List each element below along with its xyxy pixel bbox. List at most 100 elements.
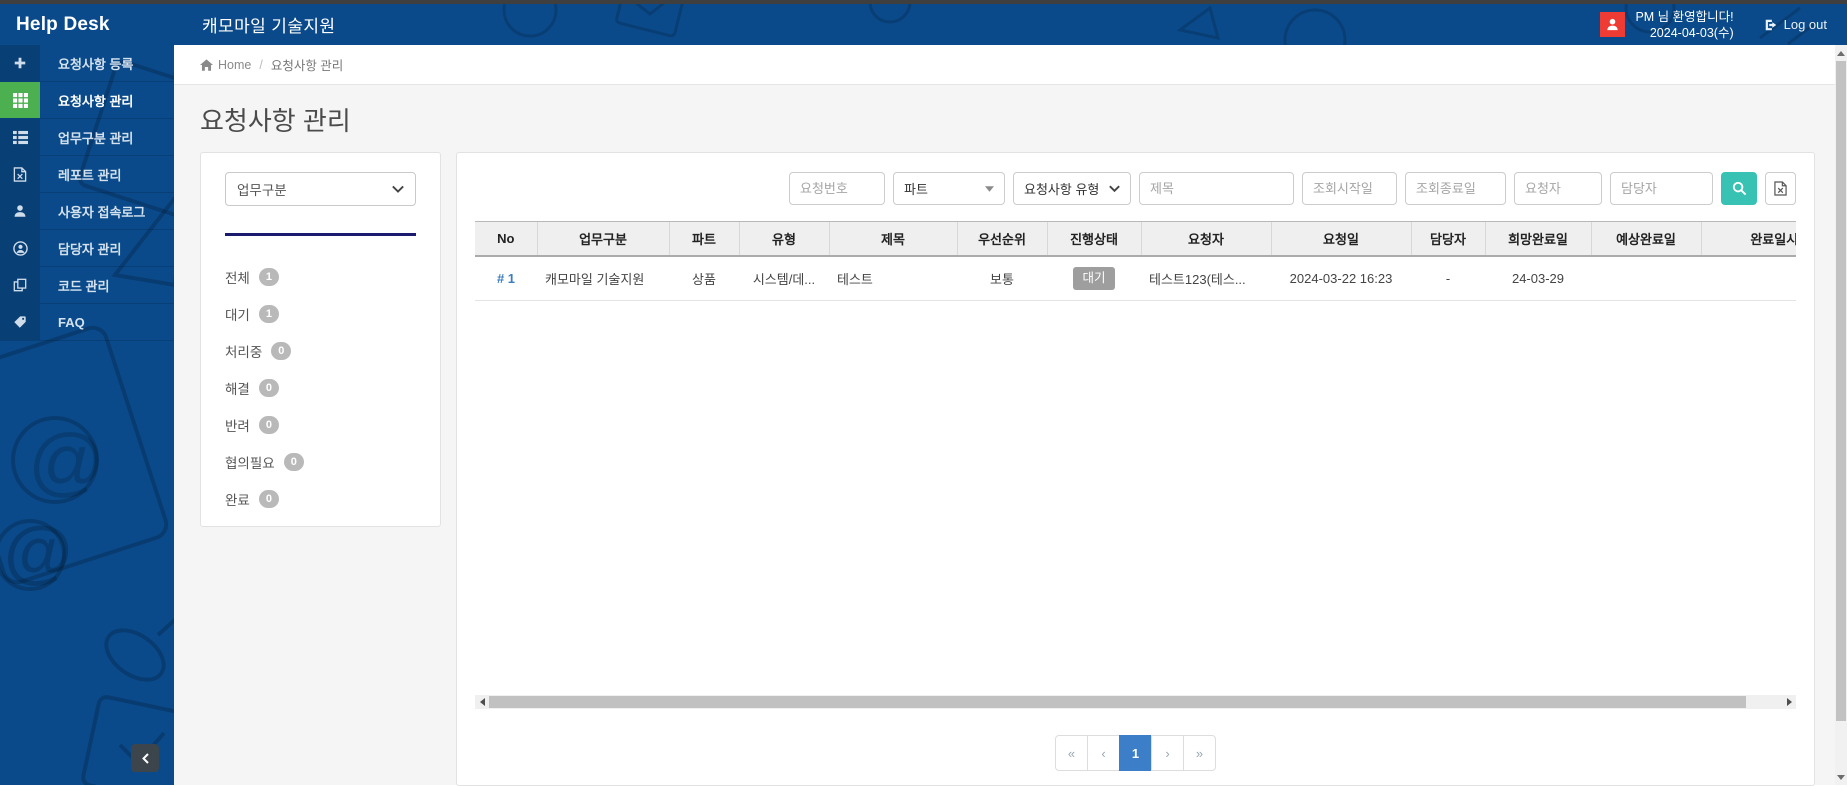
scroll-right-arrow-icon[interactable] bbox=[1782, 695, 1796, 709]
scroll-down-arrow-icon[interactable] bbox=[1835, 769, 1847, 785]
breadcrumb: Home / 요청사항 관리 bbox=[174, 45, 1847, 85]
user-icon bbox=[0, 193, 40, 229]
scroll-up-arrow-icon[interactable] bbox=[1835, 45, 1847, 61]
status-badge: 대기 bbox=[1073, 266, 1115, 290]
sidebar-item-report-manage[interactable]: 레포트 관리 bbox=[0, 156, 174, 193]
logout-button[interactable]: Log out bbox=[1764, 17, 1827, 32]
plus-icon bbox=[0, 45, 40, 81]
status-filter-processing[interactable]: 처리중 0 bbox=[225, 332, 416, 369]
tag-icon bbox=[0, 304, 40, 340]
scroll-left-arrow-icon[interactable] bbox=[475, 695, 489, 709]
sidebar-item-manager-manage[interactable]: 담당자 관리 bbox=[0, 230, 174, 267]
report-icon bbox=[0, 156, 40, 192]
welcome-message: PM 님 환영합니다! bbox=[1635, 9, 1734, 24]
status-filter-rejected[interactable]: 반려 0 bbox=[225, 406, 416, 443]
requester-input[interactable] bbox=[1514, 172, 1602, 205]
pagination-last-button[interactable]: » bbox=[1183, 735, 1216, 771]
end-date-input[interactable] bbox=[1405, 172, 1506, 205]
sidebar-collapse-button[interactable] bbox=[131, 744, 159, 772]
col-header-completed-date: 완료일시 bbox=[1700, 221, 1796, 257]
category-select[interactable]: 업무구분 bbox=[225, 172, 416, 206]
request-list-panel: 파트 요청사항 유형 bbox=[456, 152, 1815, 786]
search-icon bbox=[1732, 181, 1747, 196]
request-type-select[interactable]: 요청사항 유형 bbox=[1013, 172, 1131, 205]
pagination: « ‹ 1 › » bbox=[475, 735, 1796, 771]
pagination-prev-button[interactable]: ‹ bbox=[1087, 735, 1120, 771]
status-count-badge: 0 bbox=[258, 489, 279, 508]
cell-requester: 테스트123(테스... bbox=[1141, 255, 1271, 301]
page-header-title: 캐모마일 기술지원 bbox=[202, 17, 336, 36]
horizontal-scrollbar[interactable] bbox=[475, 695, 1796, 709]
sidebar-item-category-manage[interactable]: 업무구분 관리 bbox=[0, 119, 174, 156]
status-filter-all[interactable]: 전체 1 bbox=[225, 258, 416, 295]
manager-input[interactable] bbox=[1610, 172, 1713, 205]
request-link[interactable]: # 1 bbox=[497, 271, 515, 286]
list-icon bbox=[0, 119, 40, 155]
cell-title: 테스트 bbox=[829, 255, 957, 301]
current-date: 2024-04-03(수) bbox=[1649, 25, 1734, 40]
status-filter-resolved[interactable]: 해결 0 bbox=[225, 369, 416, 406]
logout-icon bbox=[1764, 18, 1778, 32]
cell-expected-date bbox=[1591, 255, 1701, 301]
copy-icon bbox=[0, 267, 40, 303]
cell-request-date: 2024-03-22 16:23 bbox=[1271, 255, 1411, 301]
col-header-due-date: 희망완료일 bbox=[1484, 221, 1591, 257]
chevron-down-icon bbox=[392, 185, 404, 193]
col-header-category: 업무구분 bbox=[536, 221, 669, 257]
cell-due-date: 24-03-29 bbox=[1485, 255, 1591, 301]
request-table-container: No 업무구분 파트 유형 제목 우선순위 진행상태 요청자 요청일 담당자 희 bbox=[475, 221, 1796, 301]
col-header-no: No bbox=[475, 221, 537, 257]
page-title: 요청사항 관리 bbox=[200, 106, 351, 136]
sidebar-item-code-manage[interactable]: 코드 관리 bbox=[0, 267, 174, 304]
excel-export-button[interactable] bbox=[1765, 172, 1796, 205]
sidebar-item-faq[interactable]: FAQ bbox=[0, 304, 174, 341]
user-avatar-icon bbox=[1600, 12, 1626, 37]
vertical-scrollbar[interactable] bbox=[1835, 45, 1847, 785]
status-filter-panel: 업무구분 전체 1 대기 1 처리중 0 해결 0 반려 0 협의필요 0 완료… bbox=[200, 152, 441, 527]
app-logo[interactable]: Help Desk bbox=[0, 14, 174, 36]
col-header-priority: 우선순위 bbox=[956, 221, 1047, 257]
sidebar-item-user-log[interactable]: 사용자 접속로그 bbox=[0, 193, 174, 230]
svg-text:@: @ bbox=[28, 419, 105, 504]
status-filter-waiting[interactable]: 대기 1 bbox=[225, 295, 416, 332]
search-filter-row: 파트 요청사항 유형 bbox=[475, 172, 1796, 205]
select-arrow-icon bbox=[985, 185, 994, 192]
col-header-manager: 담당자 bbox=[1410, 221, 1485, 257]
pagination-page-1-button[interactable]: 1 bbox=[1119, 735, 1152, 771]
breadcrumb-home-link[interactable]: Home bbox=[200, 58, 251, 72]
cell-priority: 보통 bbox=[957, 255, 1047, 301]
part-select[interactable]: 파트 bbox=[893, 172, 1005, 205]
sidebar-item-request-manage[interactable]: 요청사항 관리 bbox=[0, 82, 174, 119]
request-no-input[interactable] bbox=[789, 172, 885, 205]
sidebar: @ @ 요청사항 등록 요청사항 관리 업무구분 관리 레포트 관리 사용자 접… bbox=[0, 45, 174, 785]
pagination-next-button[interactable]: › bbox=[1151, 735, 1184, 771]
status-filter-needs-discussion[interactable]: 협의필요 0 bbox=[225, 443, 416, 480]
status-count-badge: 0 bbox=[271, 341, 292, 360]
excel-file-icon bbox=[1774, 181, 1787, 196]
col-header-title: 제목 bbox=[828, 221, 957, 257]
table-row[interactable]: # 1 캐모마일 기술지원 상품 시스템/데... 테스트 보통 대기 테스트1… bbox=[475, 255, 1796, 301]
vertical-scrollbar-thumb[interactable] bbox=[1836, 61, 1846, 721]
svg-text:@: @ bbox=[4, 512, 72, 590]
status-count-badge: 0 bbox=[258, 415, 279, 434]
col-header-part: 파트 bbox=[668, 221, 739, 257]
breadcrumb-separator: / bbox=[259, 57, 263, 72]
sidebar-item-request-create[interactable]: 요청사항 등록 bbox=[0, 45, 174, 82]
user-circle-icon bbox=[0, 230, 40, 266]
cell-part: 상품 bbox=[669, 255, 739, 301]
main-content: Home / 요청사항 관리 요청사항 관리 업무구분 전체 1 대기 1 처리… bbox=[174, 45, 1847, 786]
breadcrumb-current: 요청사항 관리 bbox=[270, 59, 344, 73]
status-count-badge: 0 bbox=[283, 452, 304, 471]
pagination-first-button[interactable]: « bbox=[1055, 735, 1088, 771]
title-search-input[interactable] bbox=[1139, 172, 1294, 205]
top-header-bar: Help Desk 캐모마일 기술지원 PM 님 환영합니다! 2024-04-… bbox=[0, 0, 1847, 45]
request-table: No 업무구분 파트 유형 제목 우선순위 진행상태 요청자 요청일 담당자 희 bbox=[475, 221, 1796, 301]
status-count-badge: 1 bbox=[258, 267, 279, 286]
start-date-input[interactable] bbox=[1302, 172, 1397, 205]
status-filter-done[interactable]: 완료 0 bbox=[225, 480, 416, 517]
search-button[interactable] bbox=[1721, 172, 1757, 205]
cell-type: 시스템/데... bbox=[739, 255, 829, 301]
horizontal-scrollbar-thumb[interactable] bbox=[489, 696, 1746, 708]
chevron-down-icon bbox=[1109, 185, 1120, 192]
col-header-status: 진행상태 bbox=[1046, 221, 1141, 257]
